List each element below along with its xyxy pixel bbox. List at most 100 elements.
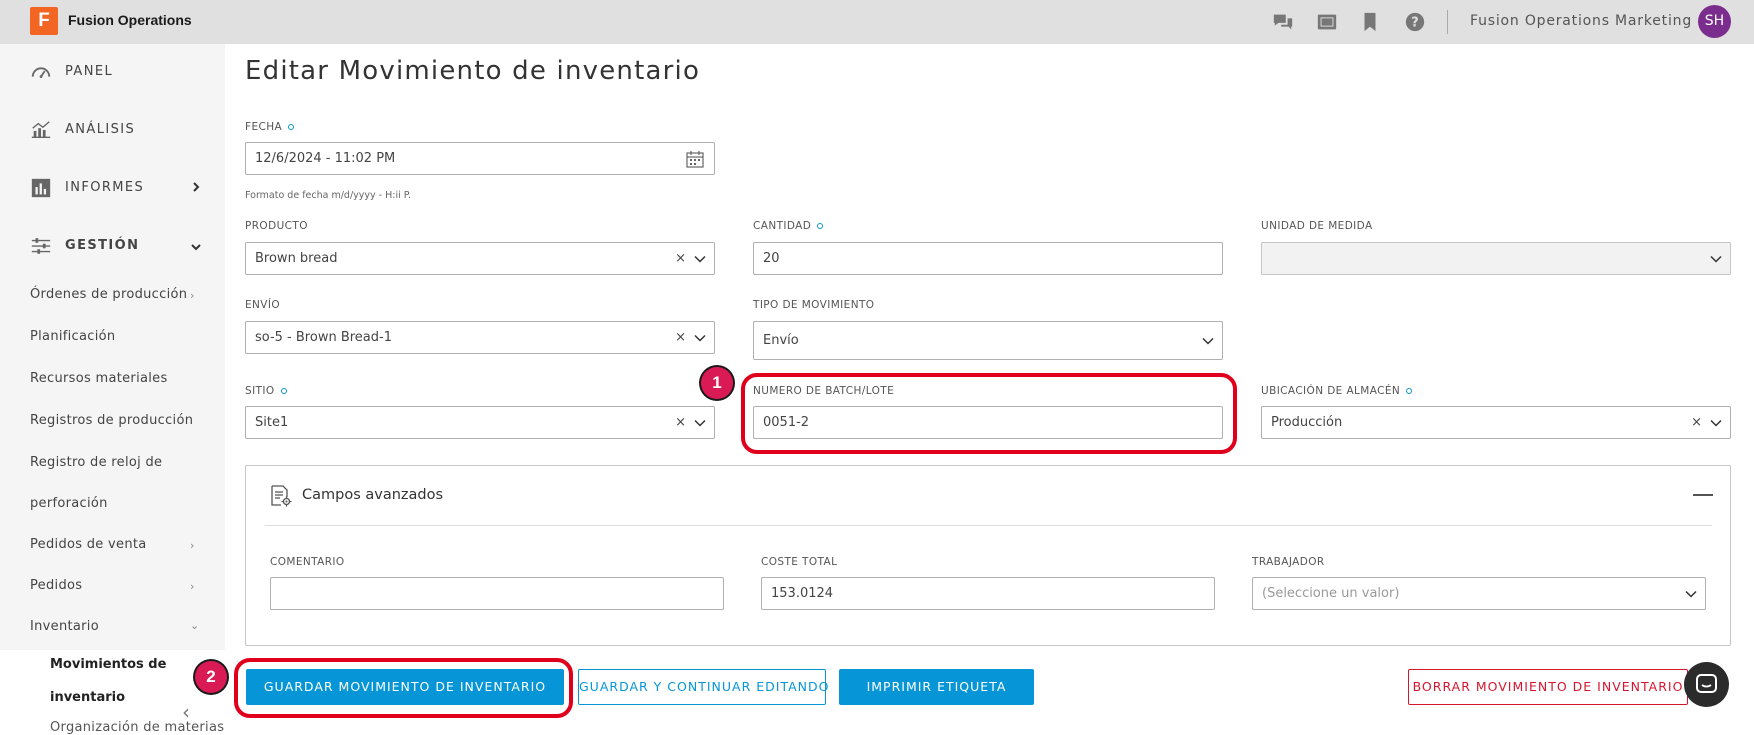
- envio-label: ENVÍO: [245, 299, 281, 311]
- sidebar-item-label: Movimientos de: [50, 657, 167, 672]
- cantidad-value: 20: [763, 251, 780, 266]
- sidebar-item-ordenes[interactable]: Órdenes de producción: [30, 287, 187, 302]
- svg-text:?: ?: [1411, 16, 1418, 31]
- chevron-down-icon: [694, 255, 706, 263]
- sidebar-item-label: GESTIÓN: [65, 238, 140, 253]
- producto-label: PRODUCTO: [245, 220, 308, 232]
- chevron-down-icon: [694, 419, 706, 427]
- chevron-down-icon: [694, 334, 706, 342]
- annotation-badge-2: 2: [195, 661, 227, 693]
- chat-icon[interactable]: [1272, 11, 1294, 33]
- cantidad-label: CANTIDAD: [753, 220, 824, 232]
- topbar-divider: [1447, 10, 1448, 34]
- sidebar-item-inventario[interactable]: Inventario: [30, 619, 99, 634]
- annotation-badge-1: 1: [701, 367, 733, 399]
- chat-bubble-icon: [1696, 674, 1717, 693]
- ubicacion-label: UBICACIÓN DE ALMACÉN: [1261, 385, 1413, 397]
- calendar-icon[interactable]: [686, 150, 704, 168]
- coste-label: COSTE TOTAL: [761, 556, 838, 568]
- producto-value: Brown bread: [255, 251, 338, 266]
- clear-icon[interactable]: ×: [1691, 407, 1702, 438]
- coste-value: 153.0124: [771, 586, 834, 601]
- clear-icon[interactable]: ×: [675, 322, 686, 353]
- save-continue-button[interactable]: GUARDAR Y CONTINUAR EDITANDO: [578, 669, 829, 705]
- top-bar: F Fusion Operations ? Fusion Operations …: [0, 0, 1754, 44]
- app-logo[interactable]: F: [30, 7, 58, 35]
- collapse-minus-icon[interactable]: [1693, 494, 1713, 496]
- tipo-label: TIPO DE MOVIMIENTO: [753, 299, 875, 311]
- chat-launcher[interactable]: [1684, 662, 1729, 707]
- sitio-select[interactable]: Site1 ×: [245, 406, 715, 439]
- coste-input[interactable]: 153.0124: [761, 577, 1215, 610]
- chevron-down-icon: ⌄: [190, 619, 200, 632]
- chevron-right-icon: ›: [190, 580, 195, 593]
- chevron-right-icon: [193, 182, 200, 192]
- chevron-right-icon: ›: [190, 539, 195, 552]
- sidebar-item-planificacion[interactable]: Planificación: [30, 329, 115, 344]
- help-icon[interactable]: ?: [1404, 11, 1426, 33]
- fecha-value: 12/6/2024 - 11:02 PM: [255, 151, 396, 166]
- envio-select[interactable]: so-5 - Brown Bread-1 ×: [245, 321, 715, 354]
- fecha-label: FECHA: [245, 121, 295, 133]
- highlight-lote: [741, 373, 1237, 454]
- reports-icon: [31, 178, 51, 198]
- tipo-select[interactable]: Envío: [753, 321, 1223, 360]
- delete-button[interactable]: BORRAR MOVIMIENTO DE INVENTARIO: [1408, 669, 1688, 705]
- producto-select[interactable]: Brown bread ×: [245, 242, 715, 275]
- clear-icon[interactable]: ×: [675, 407, 686, 438]
- tipo-value: Envío: [763, 333, 799, 348]
- trabajador-select[interactable]: (Seleccione un valor): [1252, 577, 1706, 610]
- chevron-down-icon: [1685, 590, 1697, 598]
- chevron-down-icon: [191, 244, 201, 251]
- comentario-input[interactable]: [270, 577, 724, 610]
- cantidad-input[interactable]: 20: [753, 242, 1223, 275]
- required-icon: [280, 388, 287, 394]
- collapse-sidebar-icon[interactable]: ‹: [182, 700, 190, 724]
- screen-icon[interactable]: [1316, 11, 1338, 33]
- chevron-down-icon: [1710, 255, 1722, 263]
- sidebar-item-label: PANEL: [65, 64, 114, 79]
- sidebar-item-label: INFORMES: [65, 180, 145, 195]
- sidebar-item-organizacion[interactable]: Organización de materias: [50, 720, 224, 735]
- envio-value: so-5 - Brown Bread-1: [255, 330, 392, 345]
- page-title: Editar Movimiento de inventario: [245, 56, 701, 86]
- comentario-label: COMENTARIO: [270, 556, 345, 568]
- sidebar-item-registros[interactable]: Registros de producción: [30, 413, 193, 428]
- divider: [265, 525, 1712, 526]
- dashboard-icon: [31, 67, 51, 78]
- ubicacion-value: Producción: [1271, 415, 1343, 430]
- bookmark-icon[interactable]: [1359, 11, 1381, 33]
- sidebar-item-label: inventario: [50, 690, 126, 705]
- chevron-down-icon: [1202, 337, 1214, 345]
- trabajador-placeholder: (Seleccione un valor): [1262, 586, 1400, 601]
- sitio-label: SITIO: [245, 385, 287, 397]
- sidebar-item-reloj-cont[interactable]: perforación: [30, 496, 108, 511]
- unidad-label: UNIDAD DE MEDIDA: [1261, 220, 1373, 232]
- sidebar: PANEL ANÁLISIS INFORMES GESTIÓN Órdenes …: [0, 44, 225, 731]
- sidebar-item-recursos[interactable]: Recursos materiales: [30, 371, 168, 386]
- highlight-save: [234, 658, 573, 718]
- clear-icon[interactable]: ×: [675, 243, 686, 274]
- account-name[interactable]: Fusion Operations Marketing: [1470, 13, 1692, 29]
- fecha-input[interactable]: 12/6/2024 - 11:02 PM: [245, 142, 715, 175]
- sitio-value: Site1: [255, 415, 289, 430]
- sidebar-item-reloj[interactable]: Registro de reloj de: [30, 455, 162, 470]
- avatar[interactable]: SH: [1698, 5, 1731, 38]
- app-title[interactable]: Fusion Operations: [68, 12, 192, 28]
- required-icon: [288, 124, 295, 130]
- chevron-down-icon: [1710, 419, 1722, 427]
- unidad-select[interactable]: [1261, 242, 1731, 275]
- sidebar-item-pedidos[interactable]: Pedidos: [30, 578, 82, 593]
- document-settings-icon: [271, 485, 292, 507]
- required-icon: [1406, 388, 1413, 394]
- advanced-fields-title[interactable]: Campos avanzados: [302, 487, 443, 503]
- required-icon: [817, 223, 824, 229]
- sidebar-item-pedidos-venta[interactable]: Pedidos de venta: [30, 537, 147, 552]
- print-label-button[interactable]: IMPRIMIR ETIQUETA: [839, 669, 1034, 705]
- analytics-icon: [31, 121, 51, 139]
- trabajador-label: TRABAJADOR: [1252, 556, 1325, 568]
- chevron-right-icon: ›: [190, 289, 195, 302]
- sidebar-item-label: ANÁLISIS: [65, 122, 136, 137]
- ubicacion-select[interactable]: Producción ×: [1261, 406, 1731, 439]
- advanced-fields-panel: [245, 465, 1731, 646]
